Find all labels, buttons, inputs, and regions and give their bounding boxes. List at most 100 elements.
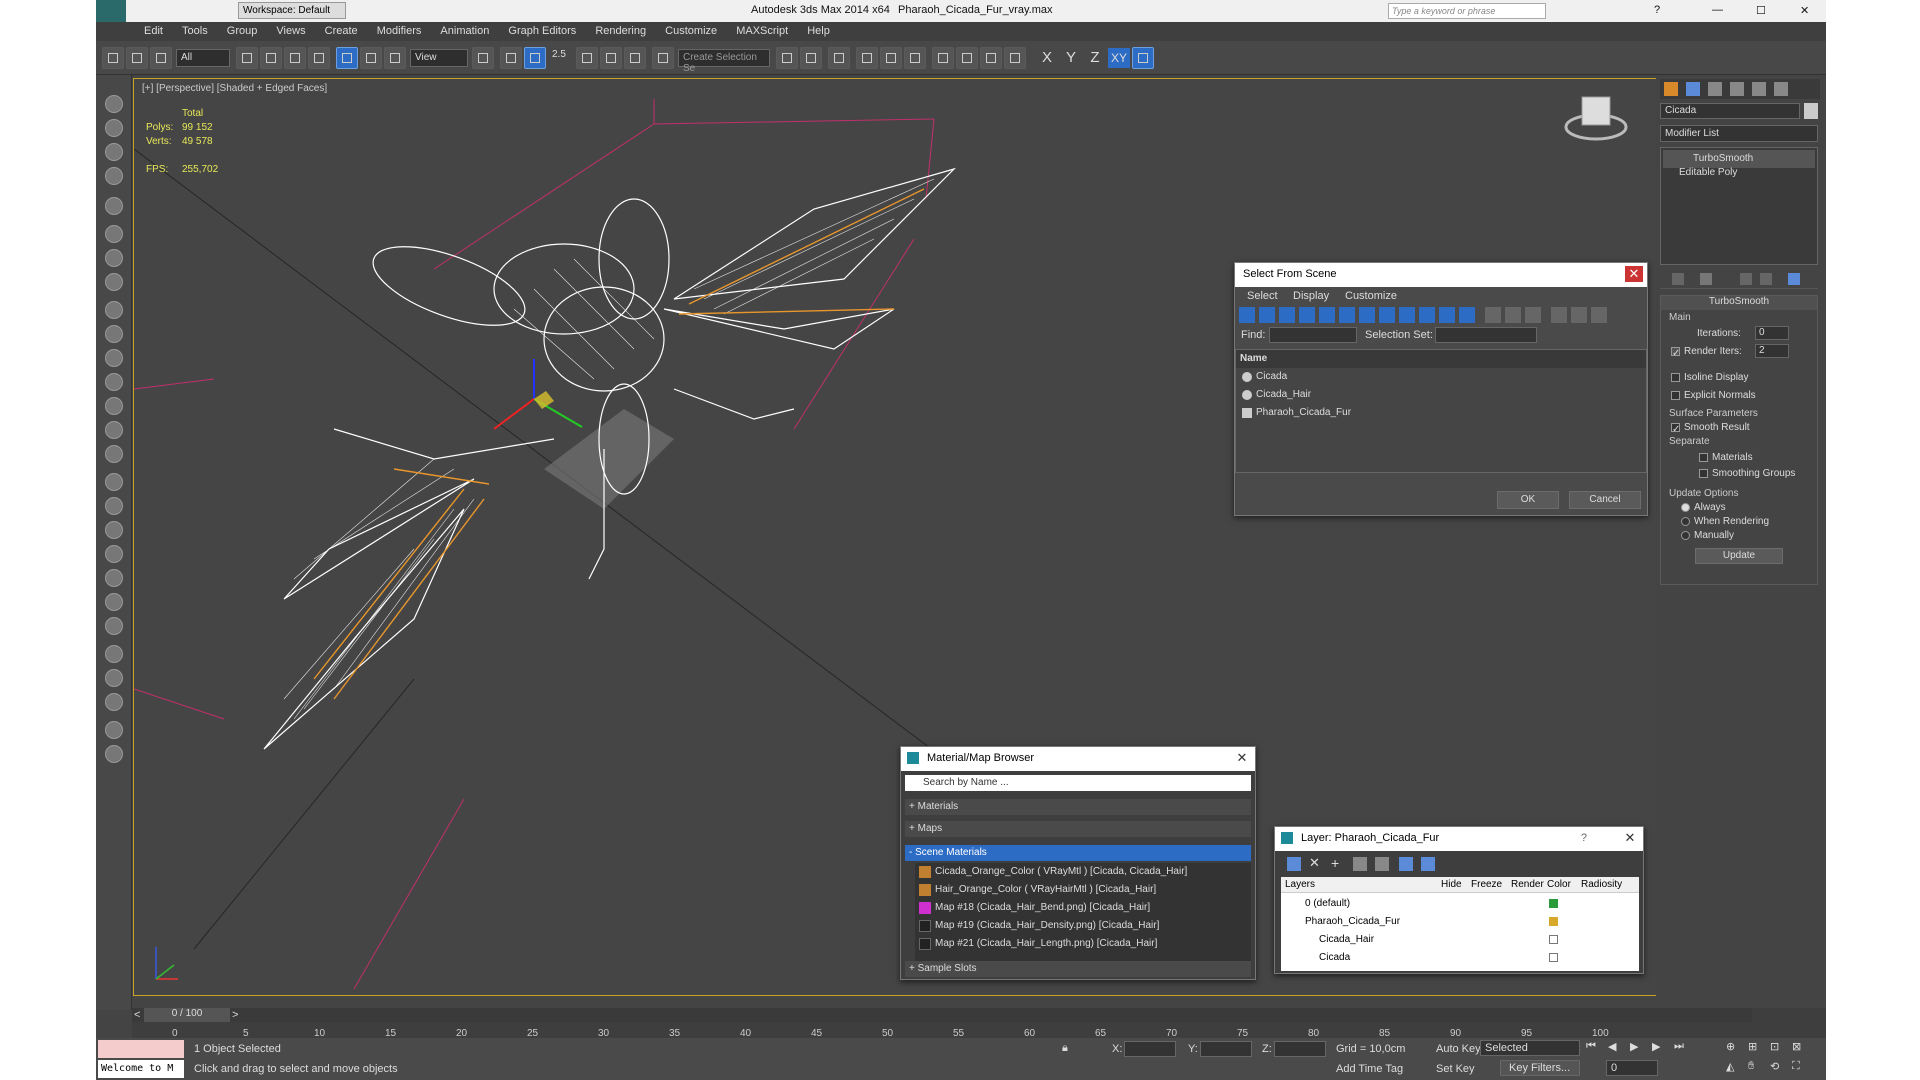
motion-tab-icon[interactable] xyxy=(1730,82,1744,96)
browser-search-input[interactable]: Search by Name ... xyxy=(905,775,1251,791)
maxscript-listener[interactable] xyxy=(98,1040,184,1058)
hierarchy-tab-icon[interactable] xyxy=(1708,82,1722,96)
menu-help[interactable]: Help xyxy=(799,22,838,40)
menu-tools[interactable]: Tools xyxy=(174,22,216,40)
layer-color-swatch[interactable] xyxy=(1549,899,1558,908)
filter-shapes-icon[interactable] xyxy=(1259,307,1275,323)
select-object-icon[interactable] xyxy=(236,47,258,69)
col-radiosity[interactable]: Radiosity xyxy=(1581,879,1622,890)
filter-frozen-icon[interactable] xyxy=(1439,307,1455,323)
isoline-display-checkbox[interactable]: Isoline Display xyxy=(1671,372,1748,383)
menu-select[interactable]: Select xyxy=(1247,290,1278,302)
col-freeze[interactable]: Freeze xyxy=(1471,879,1502,890)
particles-icon[interactable] xyxy=(105,473,123,491)
angle-snap-icon[interactable] xyxy=(576,47,598,69)
explicit-normals-checkbox[interactable]: Explicit Normals xyxy=(1671,390,1756,401)
delete-layer-icon[interactable]: ✕ xyxy=(1309,855,1320,871)
maximize-viewport-icon[interactable]: ⛶ xyxy=(1792,1060,1800,1073)
axis-x-button[interactable]: X xyxy=(1036,48,1058,68)
scene-materials-group[interactable]: - Scene Materials xyxy=(905,845,1251,861)
link-icon[interactable] xyxy=(102,47,124,69)
display-tab-icon[interactable] xyxy=(1752,82,1766,96)
time-prev-icon[interactable]: < xyxy=(134,1009,140,1021)
viewport-icon[interactable] xyxy=(105,119,123,137)
cancel-button[interactable]: Cancel xyxy=(1569,491,1641,509)
select-dialog-close-button[interactable]: ✕ xyxy=(1625,266,1643,282)
list-item[interactable]: Cicada_Hair xyxy=(1238,386,1644,404)
globe-icon[interactable] xyxy=(105,545,123,563)
filter-xrefs-icon[interactable] xyxy=(1379,307,1395,323)
curve-editor-icon[interactable] xyxy=(880,47,902,69)
rollout-title[interactable]: TurboSmooth xyxy=(1661,296,1817,310)
search-input[interactable]: Type a keyword or phrase xyxy=(1388,3,1546,19)
render-iters-spinner[interactable]: 2 xyxy=(1755,344,1789,358)
close-button[interactable]: ✕ xyxy=(1800,4,1809,17)
list-item[interactable]: Map #18 (Cicada_Hair_Bend.png) [Cicada_H… xyxy=(917,899,1249,917)
bind-space-warp-icon[interactable] xyxy=(150,47,172,69)
select-none-icon[interactable] xyxy=(1505,307,1521,323)
menu-group[interactable]: Group xyxy=(219,22,266,40)
filter-hidden-icon[interactable] xyxy=(1459,307,1475,323)
menu-animation[interactable]: Animation xyxy=(432,22,497,40)
list-view-icon[interactable] xyxy=(1591,307,1607,323)
graphite-tools-icon[interactable] xyxy=(856,47,878,69)
filter-groups-icon[interactable] xyxy=(1359,307,1375,323)
brush-icon[interactable] xyxy=(105,593,123,611)
zoom-all-icon[interactable]: ⊞ xyxy=(1748,1040,1757,1053)
reference-coord-dropdown[interactable]: View xyxy=(410,49,468,67)
edit-named-selection-icon[interactable] xyxy=(652,47,674,69)
freeze-all-icon[interactable] xyxy=(1421,857,1435,871)
update-manually-radio[interactable]: Manually xyxy=(1681,530,1734,541)
pin-stack-icon[interactable] xyxy=(1672,273,1684,285)
camera-icon[interactable] xyxy=(105,225,123,243)
unlink-icon[interactable] xyxy=(126,47,148,69)
filter-lights-icon[interactable] xyxy=(1279,307,1295,323)
manipulate-icon[interactable] xyxy=(500,47,522,69)
menu-views[interactable]: Views xyxy=(268,22,313,40)
update-always-radio[interactable]: Always xyxy=(1681,502,1726,513)
viewport-label[interactable]: [+] [Perspective] [Shaded + Edged Faces] xyxy=(142,83,327,94)
rect-selection-icon[interactable] xyxy=(284,47,306,69)
rendered-frame-icon[interactable] xyxy=(980,47,1002,69)
col-color[interactable]: Color xyxy=(1547,879,1571,890)
hair-icon[interactable] xyxy=(105,617,123,635)
sun-icon[interactable] xyxy=(105,421,123,439)
menu-graph-editors[interactable]: Graph Editors xyxy=(500,22,584,40)
col-layers[interactable]: Layers xyxy=(1285,879,1315,890)
box-icon[interactable] xyxy=(105,301,123,319)
next-frame-icon[interactable]: ▶︎ xyxy=(1652,1040,1660,1053)
light-icon[interactable] xyxy=(105,197,123,215)
app-logo-icon[interactable] xyxy=(96,0,126,22)
modifier-list-dropdown[interactable]: Modifier List xyxy=(1660,125,1818,142)
object-color-swatch[interactable] xyxy=(1549,953,1558,962)
separate-smoothing-checkbox[interactable]: Smoothing Groups xyxy=(1699,468,1795,479)
browser-close-button[interactable]: ✕ xyxy=(1233,750,1251,766)
render-setup-icon[interactable] xyxy=(956,47,978,69)
axis-xy-button[interactable]: XY xyxy=(1108,48,1130,68)
menu-edit[interactable]: Edit xyxy=(136,22,171,40)
previous-frame-icon[interactable]: ◀ xyxy=(1608,1040,1616,1053)
x-coordinate-field[interactable] xyxy=(1124,1041,1176,1057)
figure-icon[interactable] xyxy=(105,521,123,539)
filter-containers-icon[interactable] xyxy=(1419,307,1435,323)
zoom-extents-icon[interactable]: ⊡ xyxy=(1770,1040,1779,1053)
filter-spacewarps-icon[interactable] xyxy=(1339,307,1355,323)
modify-tab-icon[interactable] xyxy=(1686,82,1700,96)
layer-manager-icon[interactable] xyxy=(828,47,850,69)
table-row[interactable]: Cicada_Hair xyxy=(1283,931,1637,949)
ok-button[interactable]: OK xyxy=(1497,491,1559,509)
grid-icon[interactable] xyxy=(105,167,123,185)
wheel-icon[interactable] xyxy=(105,273,123,291)
snap-toggle[interactable]: 2.5 xyxy=(552,49,566,60)
object-name-field[interactable]: Cicada xyxy=(1660,103,1800,119)
hide-all-icon[interactable] xyxy=(1399,857,1413,871)
align-icon[interactable] xyxy=(800,47,822,69)
list-item[interactable]: Hair_Orange_Color ( VRayHairMtl ) [Cicad… xyxy=(917,881,1249,899)
time-slider-handle[interactable]: 0 / 100 xyxy=(144,1008,230,1022)
update-when-rendering-radio[interactable]: When Rendering xyxy=(1681,516,1769,527)
menu-maxscript[interactable]: MAXScript xyxy=(728,22,796,40)
set-key-button[interactable]: Set Key xyxy=(1436,1063,1475,1075)
utilities-tab-icon[interactable] xyxy=(1774,82,1788,96)
selection-set-dropdown[interactable] xyxy=(1435,327,1537,343)
smooth-result-checkbox[interactable]: ✓ Smooth Result xyxy=(1671,422,1750,435)
